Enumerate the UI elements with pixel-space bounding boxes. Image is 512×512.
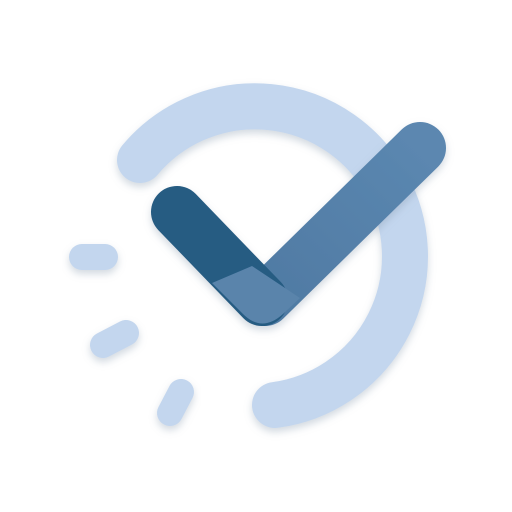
speed-dashes-icon: [69, 244, 194, 426]
timer-ring-icon: [117, 83, 428, 428]
task-check-timer-icon: [69, 83, 446, 428]
app-icon-canvas: [0, 0, 512, 512]
